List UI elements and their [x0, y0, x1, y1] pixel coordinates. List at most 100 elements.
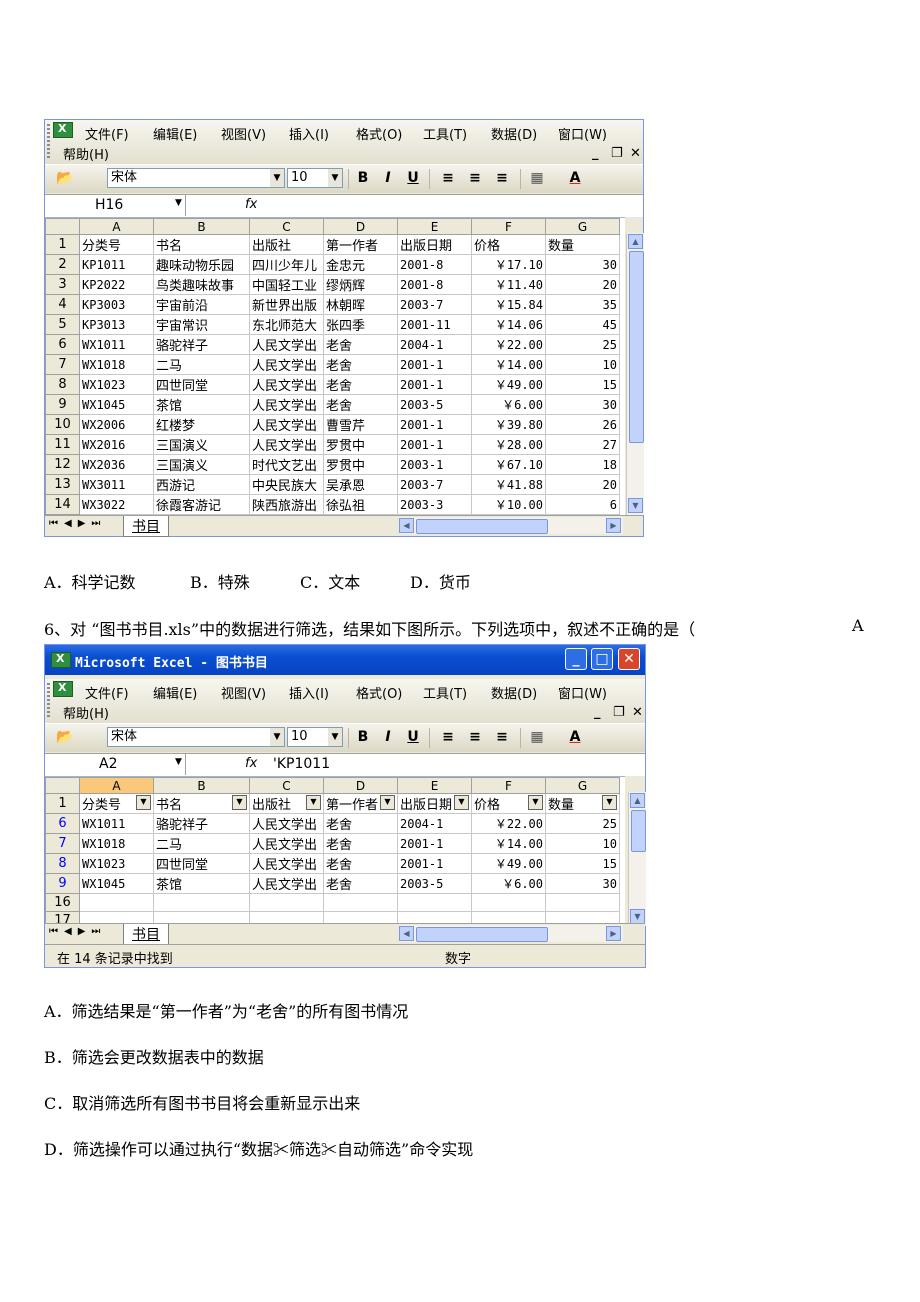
cell[interactable]: 陕西旅游出: [249, 494, 324, 515]
chevron-down-icon[interactable]: ▼: [328, 728, 342, 746]
cell[interactable]: 2001-1: [397, 354, 472, 375]
cell[interactable]: 趣味动物乐园: [153, 254, 250, 275]
font-size-select[interactable]: 10 ▼: [287, 168, 343, 188]
open-folder-icon[interactable]: 📂: [55, 728, 75, 746]
cell[interactable]: 二马: [153, 833, 250, 854]
menu-insert[interactable]: 插入(I): [289, 683, 329, 702]
cell[interactable]: 人民文学出: [249, 833, 324, 854]
cell[interactable]: ￥14.00: [471, 354, 546, 375]
cell[interactable]: WX1023: [79, 374, 154, 395]
cell[interactable]: 2003-7: [397, 474, 472, 495]
cell[interactable]: 宇宙常识: [153, 314, 250, 335]
row-header[interactable]: 8: [45, 853, 80, 874]
cell[interactable]: ￥22.00: [471, 334, 546, 355]
cell[interactable]: 2001-1: [397, 374, 472, 395]
cell[interactable]: 10: [545, 354, 620, 375]
cell[interactable]: 6: [545, 494, 620, 515]
cell[interactable]: 30: [545, 254, 620, 275]
cell[interactable]: 老舍: [323, 394, 398, 415]
cell[interactable]: WX1011: [79, 334, 154, 355]
scroll-down-icon[interactable]: ▼: [630, 909, 645, 924]
underline-button[interactable]: U: [403, 728, 423, 746]
autofilter-dropdown-icon[interactable]: ▼: [454, 795, 469, 810]
menu-insert[interactable]: 插入(I): [289, 124, 329, 143]
underline-button[interactable]: U: [403, 169, 423, 187]
horizontal-scrollbar[interactable]: ◀ ▶: [399, 517, 623, 534]
cell[interactable]: 2004-1: [397, 334, 472, 355]
cell[interactable]: 出版社: [249, 234, 324, 255]
scroll-left-icon[interactable]: ◀: [399, 926, 414, 941]
cell[interactable]: 价格: [471, 234, 546, 255]
bold-button[interactable]: B: [353, 728, 373, 746]
cell[interactable]: 2003-5: [397, 873, 472, 894]
maximize-icon[interactable]: □: [591, 648, 613, 670]
borders-icon[interactable]: ▦: [527, 169, 547, 187]
cell[interactable]: 茶馆: [153, 394, 250, 415]
scroll-thumb[interactable]: [629, 251, 644, 443]
cell[interactable]: ￥39.80: [471, 414, 546, 435]
cell[interactable]: 15: [545, 374, 620, 395]
row-header[interactable]: 9: [45, 873, 80, 894]
column-header[interactable]: D: [323, 777, 398, 794]
cell[interactable]: [397, 893, 472, 912]
chevron-down-icon[interactable]: ▼: [175, 198, 182, 208]
sheet-nav-icons[interactable]: ⏮◀▶⏭: [49, 926, 106, 937]
cell[interactable]: 二马: [153, 354, 250, 375]
scroll-right-icon[interactable]: ▶: [606, 926, 621, 941]
close-icon[interactable]: ✕: [618, 648, 640, 670]
row-header[interactable]: 10: [45, 414, 80, 435]
cell[interactable]: 中国轻工业: [249, 274, 324, 295]
close-doc-icon[interactable]: ✕: [630, 146, 641, 161]
row-header[interactable]: 16: [45, 893, 80, 912]
cell[interactable]: KP3003: [79, 294, 154, 315]
row-header[interactable]: 7: [45, 833, 80, 854]
cell[interactable]: 2001-8: [397, 274, 472, 295]
cell[interactable]: 吴承恩: [323, 474, 398, 495]
excel-doc-icon[interactable]: [53, 681, 73, 697]
menu-tools[interactable]: 工具(T): [423, 124, 467, 143]
menu-edit[interactable]: 编辑(E): [153, 683, 197, 702]
select-all-corner[interactable]: [45, 218, 80, 235]
cell[interactable]: 四世同堂: [153, 853, 250, 874]
row-header[interactable]: 7: [45, 354, 80, 375]
function-icon[interactable]: fx: [245, 197, 257, 212]
cell[interactable]: 15: [545, 853, 620, 874]
scroll-thumb[interactable]: [416, 927, 548, 942]
cell[interactable]: ￥14.06: [471, 314, 546, 335]
cell[interactable]: 宇宙前沿: [153, 294, 250, 315]
cell[interactable]: 老舍: [323, 873, 398, 894]
cell[interactable]: 罗贯中: [323, 434, 398, 455]
cell[interactable]: 人民文学出: [249, 853, 324, 874]
cell[interactable]: 罗贯中: [323, 454, 398, 475]
cell[interactable]: 2001-1: [397, 434, 472, 455]
borders-icon[interactable]: ▦: [527, 728, 547, 746]
cell[interactable]: 35: [545, 294, 620, 315]
cell[interactable]: 老舍: [323, 813, 398, 834]
row-header[interactable]: 14: [45, 494, 80, 515]
column-header[interactable]: A: [79, 777, 154, 794]
column-header[interactable]: A: [79, 218, 154, 235]
sheet-tab[interactable]: 书目: [123, 924, 169, 945]
menu-grip[interactable]: [47, 683, 50, 719]
vertical-scrollbar[interactable]: ▲ ▼: [628, 792, 646, 926]
filter-header-cell[interactable]: 出版日期 ▼: [397, 793, 472, 814]
cell[interactable]: WX2016: [79, 434, 154, 455]
row-header[interactable]: 11: [45, 434, 80, 455]
column-header[interactable]: D: [323, 218, 398, 235]
menu-data[interactable]: 数据(D): [491, 683, 537, 702]
cell[interactable]: 2001-11: [397, 314, 472, 335]
cell[interactable]: 分类号: [79, 234, 154, 255]
cell[interactable]: 人民文学出: [249, 394, 324, 415]
cell[interactable]: 30: [545, 873, 620, 894]
row-header[interactable]: 1: [45, 793, 80, 814]
row-header[interactable]: 8: [45, 374, 80, 395]
autofilter-dropdown-icon[interactable]: ▼: [380, 795, 395, 810]
scroll-left-icon[interactable]: ◀: [399, 518, 414, 533]
scroll-right-icon[interactable]: ▶: [606, 518, 621, 533]
sheet-nav-icons[interactable]: ⏮◀▶⏭: [49, 518, 106, 529]
cell[interactable]: 2003-3: [397, 494, 472, 515]
select-all-corner[interactable]: [45, 777, 80, 794]
excel-doc-icon[interactable]: [53, 122, 73, 138]
open-folder-icon[interactable]: 📂: [55, 169, 75, 187]
font-color-icon[interactable]: A: [565, 728, 585, 746]
